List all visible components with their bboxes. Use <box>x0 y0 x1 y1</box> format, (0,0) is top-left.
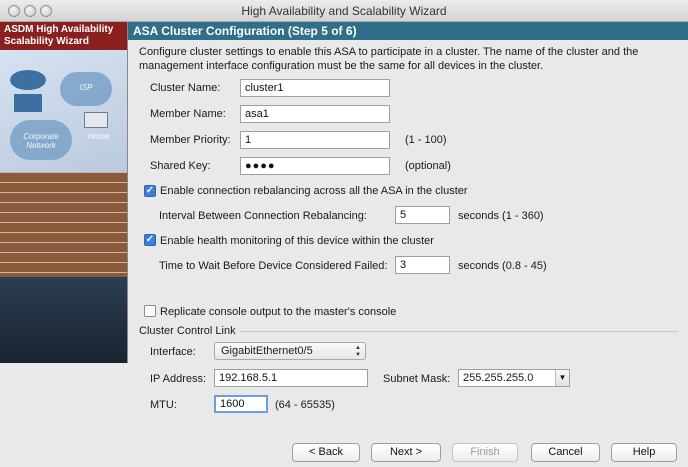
ccl-ip-input[interactable]: 192.168.5.1 <box>214 369 368 387</box>
ccl-mtu-hint: (64 - 65535) <box>275 399 335 411</box>
shared-key-label: Shared Key: <box>150 160 211 172</box>
member-priority-input[interactable]: 1 <box>240 131 390 149</box>
rebalancing-interval-unit: seconds (1 - 360) <box>458 210 544 222</box>
wizard-sidebar: ASDM High Availability Scalability Wizar… <box>0 22 128 363</box>
cancel-button[interactable]: Cancel <box>531 443 600 462</box>
rebalancing-checkbox[interactable]: ✓ <box>144 185 156 197</box>
corporate-label-line1: Corporate <box>23 132 59 141</box>
ccl-ip-label: IP Address: <box>150 373 207 385</box>
shared-key-hint: (optional) <box>405 160 451 172</box>
network-diagram-illustration: ISP Corporate Network Home <box>0 50 127 180</box>
people-photo-illustration <box>0 277 127 363</box>
member-priority-hint: (1 - 100) <box>405 134 447 146</box>
intro-text-line1: Configure cluster settings to enable thi… <box>139 46 639 58</box>
member-priority-label: Member Priority: <box>150 134 231 146</box>
ccl-mask-combo[interactable]: 255.255.255.0 ▼ <box>458 369 570 387</box>
close-window-button[interactable] <box>8 5 20 17</box>
finish-button[interactable]: Finish <box>452 443 518 462</box>
chevron-down-icon[interactable]: ▼ <box>555 370 569 386</box>
corporate-cloud-icon: Corporate Network <box>10 120 72 160</box>
shared-key-input[interactable]: ●●●● <box>240 157 390 175</box>
health-wait-input[interactable]: 3 <box>395 256 450 274</box>
isp-cloud-icon: ISP <box>60 72 112 106</box>
rebalancing-interval-input[interactable]: 5 <box>395 206 450 224</box>
back-button[interactable]: < Back <box>292 443 360 462</box>
member-name-input[interactable]: asa1 <box>240 105 390 123</box>
ccl-section-divider <box>240 331 678 332</box>
cluster-name-input[interactable]: cluster1 <box>240 79 390 97</box>
minimize-window-button[interactable] <box>24 5 36 17</box>
sidebar-title-line1: ASDM High Availability <box>4 24 114 35</box>
chevron-updown-icon: ▲ ▼ <box>355 345 361 358</box>
help-button[interactable]: Help <box>611 443 677 462</box>
member-name-label: Member Name: <box>150 108 226 120</box>
rebalancing-label: Enable connection rebalancing across all… <box>160 185 468 197</box>
ccl-interface-select[interactable]: GigabitEthernet0/5 ▲ ▼ <box>214 342 366 360</box>
cluster-name-label: Cluster Name: <box>150 82 221 94</box>
ccl-mtu-label: MTU: <box>150 399 177 411</box>
health-monitoring-checkbox[interactable]: ✓ <box>144 234 156 246</box>
firewall-icon <box>14 94 42 112</box>
ccl-interface-label: Interface: <box>150 346 196 358</box>
step-header: ASA Cluster Configuration (Step 5 of 6) <box>128 22 688 40</box>
router-icon <box>10 70 46 90</box>
ccl-interface-value: GigabitEthernet0/5 <box>221 345 313 357</box>
sidebar-title: ASDM High Availability Scalability Wizar… <box>0 22 127 50</box>
intro-text-line2: management interface configuration must … <box>139 60 544 72</box>
isp-label: ISP <box>79 83 93 92</box>
corporate-label: Corporate Network <box>10 132 72 150</box>
zoom-window-button[interactable] <box>40 5 52 17</box>
replicate-console-label: Replicate console output to the master's… <box>160 306 397 318</box>
ccl-mask-value: 255.255.255.0 <box>463 372 534 384</box>
ccl-mask-label: Subnet Mask: <box>383 373 451 385</box>
window-titlebar: High Availability and Scalability Wizard <box>0 0 688 22</box>
rebalancing-interval-label: Interval Between Connection Rebalancing: <box>159 210 367 222</box>
home-label: Home <box>88 132 110 141</box>
brick-wall-illustration <box>0 172 127 292</box>
home-router-icon <box>84 112 108 128</box>
sidebar-title-line2: Scalability Wizard <box>4 36 89 47</box>
health-wait-unit: seconds (0.8 - 45) <box>458 260 547 272</box>
health-monitoring-label: Enable health monitoring of this device … <box>160 235 434 247</box>
health-wait-label: Time to Wait Before Device Considered Fa… <box>159 260 388 272</box>
ccl-section-title: Cluster Control Link <box>139 325 236 337</box>
ccl-mtu-input[interactable]: 1600 <box>214 395 268 413</box>
next-button[interactable]: Next > <box>371 443 441 462</box>
corporate-label-line2: Network <box>26 141 56 150</box>
replicate-console-checkbox[interactable] <box>144 305 156 317</box>
window-title: High Availability and Scalability Wizard <box>241 4 447 18</box>
